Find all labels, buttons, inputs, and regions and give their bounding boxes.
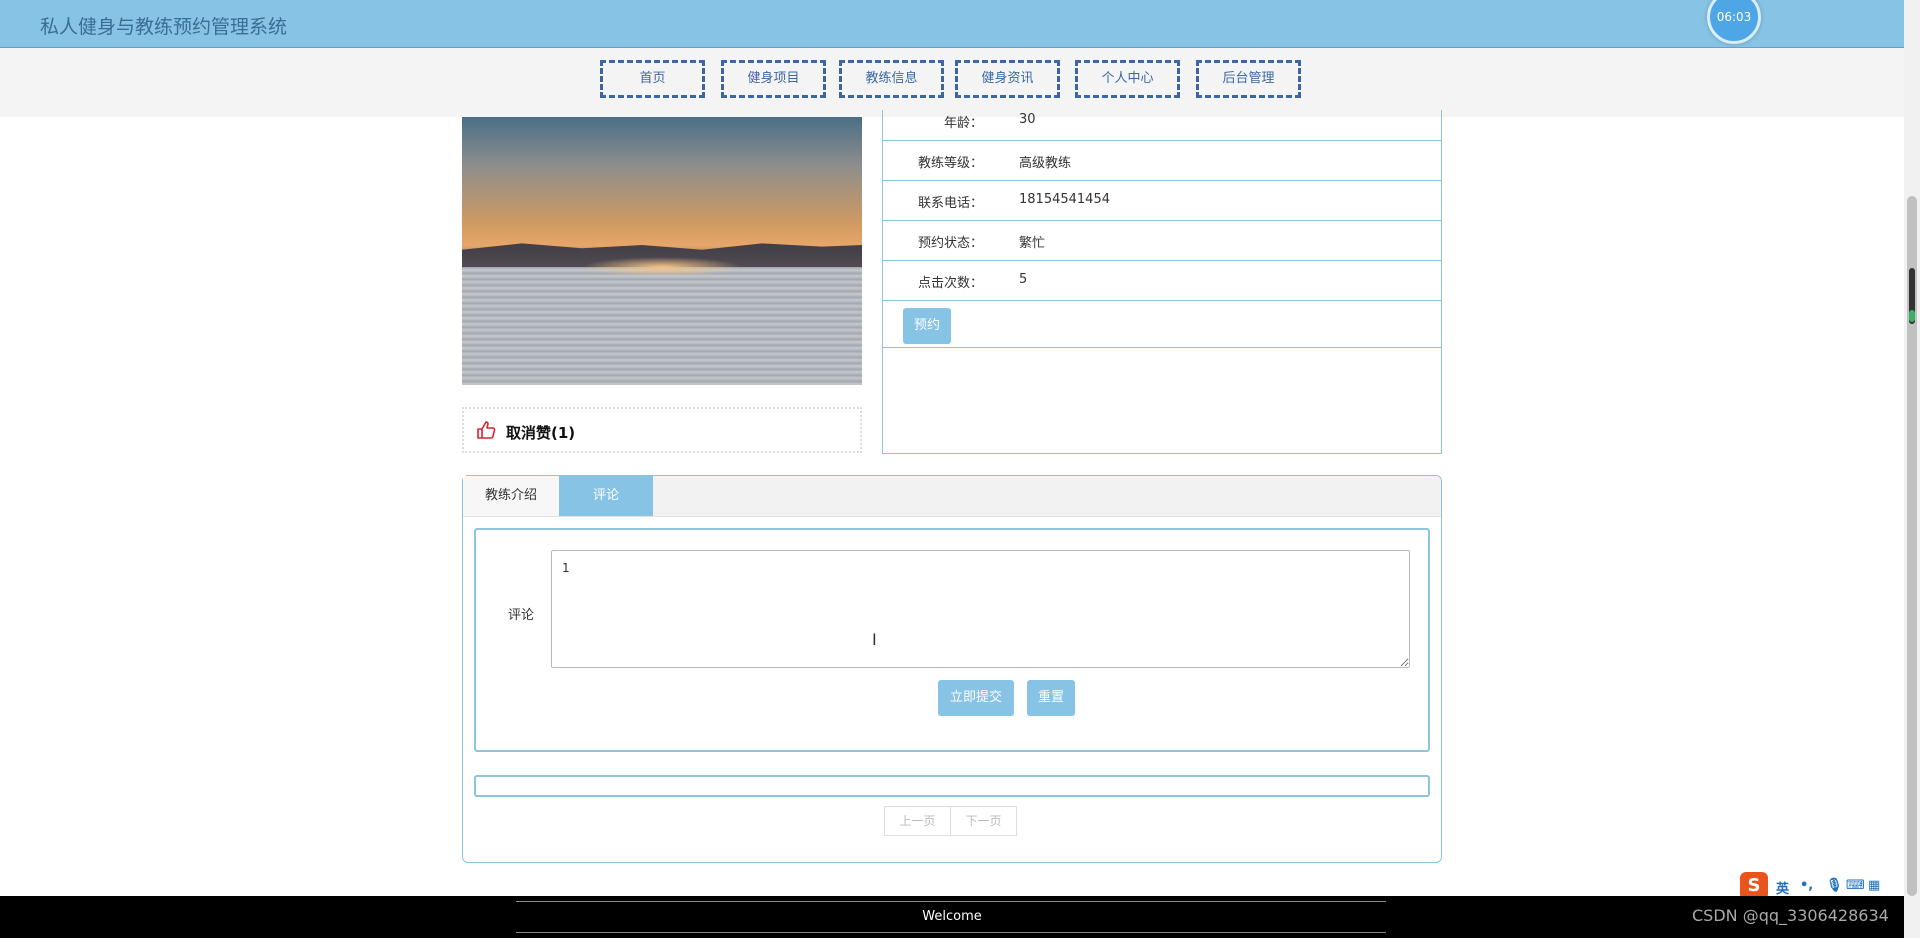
info-value: 30 xyxy=(1019,112,1036,127)
info-row: 联系电话： 18154541454 xyxy=(883,180,1441,221)
info-row: 年龄： 30 xyxy=(883,110,1441,141)
photo-water xyxy=(462,267,862,385)
ime-lang-toggle[interactable]: 英 xyxy=(1776,878,1789,897)
comment-list xyxy=(474,775,1430,797)
prev-page-button[interactable]: 上一页 xyxy=(884,806,951,836)
coach-photo xyxy=(462,117,862,385)
submit-button[interactable]: 立即提交 xyxy=(938,680,1014,716)
header-bar: 私人健身与教练预约管理系统 xyxy=(0,0,1904,48)
footer-divider xyxy=(516,901,1386,902)
text-cursor-icon: I xyxy=(872,630,877,649)
punctuation-icon[interactable]: •, xyxy=(1800,878,1813,893)
unlike-label: 取消赞(1) xyxy=(506,424,576,442)
keyboard-icon[interactable]: ⌨ xyxy=(1846,878,1865,893)
footer-welcome: Welcome xyxy=(922,909,982,924)
nav-item-fitness-news[interactable]: 健身资讯 xyxy=(955,60,1060,98)
grid-menu-icon[interactable]: ▦ xyxy=(1868,878,1880,893)
info-value: 繁忙 xyxy=(1019,236,1046,251)
tab-comments[interactable]: 评论 xyxy=(559,476,653,516)
csdn-watermark: CSDN @qq_3306428634 xyxy=(1692,906,1889,925)
like-box[interactable]: 取消赞(1) xyxy=(462,407,862,453)
next-page-button[interactable]: 下一页 xyxy=(950,806,1017,836)
info-key: 点击次数： xyxy=(917,276,983,291)
info-row: 教练等级： 高级教练 xyxy=(883,140,1441,181)
nav-item-admin[interactable]: 后台管理 xyxy=(1196,60,1301,98)
info-key: 预约状态： xyxy=(917,236,983,251)
tabs-panel: 教练介绍 评论 评论 I 立即提交 重置 上一页 下一页 xyxy=(462,475,1442,863)
site-title: 私人健身与教练预约管理系统 xyxy=(40,16,288,38)
main-nav: 首页 健身项目 教练信息 健身资讯 个人中心 后台管理 xyxy=(0,48,1904,117)
microphone-icon[interactable]: 🎙 xyxy=(1826,878,1843,893)
info-row: 预约 xyxy=(883,300,1441,348)
info-key: 年龄： xyxy=(943,116,983,131)
info-value: 18154541454 xyxy=(1019,192,1110,207)
info-row: 预约状态： 繁忙 xyxy=(883,220,1441,261)
comment-form: 评论 I 立即提交 重置 xyxy=(474,528,1430,752)
tab-bar: 教练介绍 评论 xyxy=(463,476,1441,517)
footer-divider xyxy=(516,932,1386,933)
scroll-marker-green xyxy=(1909,310,1915,322)
coach-info-table: 年龄： 30 教练等级： 高级教练 联系电话： 18154541454 预约状态… xyxy=(882,110,1442,454)
reset-button[interactable]: 重置 xyxy=(1027,680,1075,716)
info-row: 点击次数： 5 xyxy=(883,260,1441,301)
comment-textarea[interactable] xyxy=(551,550,1410,668)
info-value: 5 xyxy=(1019,272,1028,287)
nav-item-coach-info[interactable]: 教练信息 xyxy=(839,60,944,98)
comment-label: 评论 xyxy=(508,608,535,623)
nav-item-personal-center[interactable]: 个人中心 xyxy=(1075,60,1180,98)
info-value: 高级教练 xyxy=(1019,156,1072,171)
nav-item-home[interactable]: 首页 xyxy=(600,60,705,98)
info-key: 联系电话： xyxy=(917,196,983,211)
book-button[interactable]: 预约 xyxy=(903,308,951,344)
nav-item-fitness-projects[interactable]: 健身项目 xyxy=(721,60,826,98)
tab-coach-intro[interactable]: 教练介绍 xyxy=(463,476,560,516)
thumbs-up-icon xyxy=(477,421,496,439)
footer-bar: Welcome xyxy=(0,896,1904,938)
page-scrollbar[interactable] xyxy=(1904,0,1920,938)
info-key: 教练等级： xyxy=(917,156,983,171)
photo-glow xyxy=(582,257,742,277)
